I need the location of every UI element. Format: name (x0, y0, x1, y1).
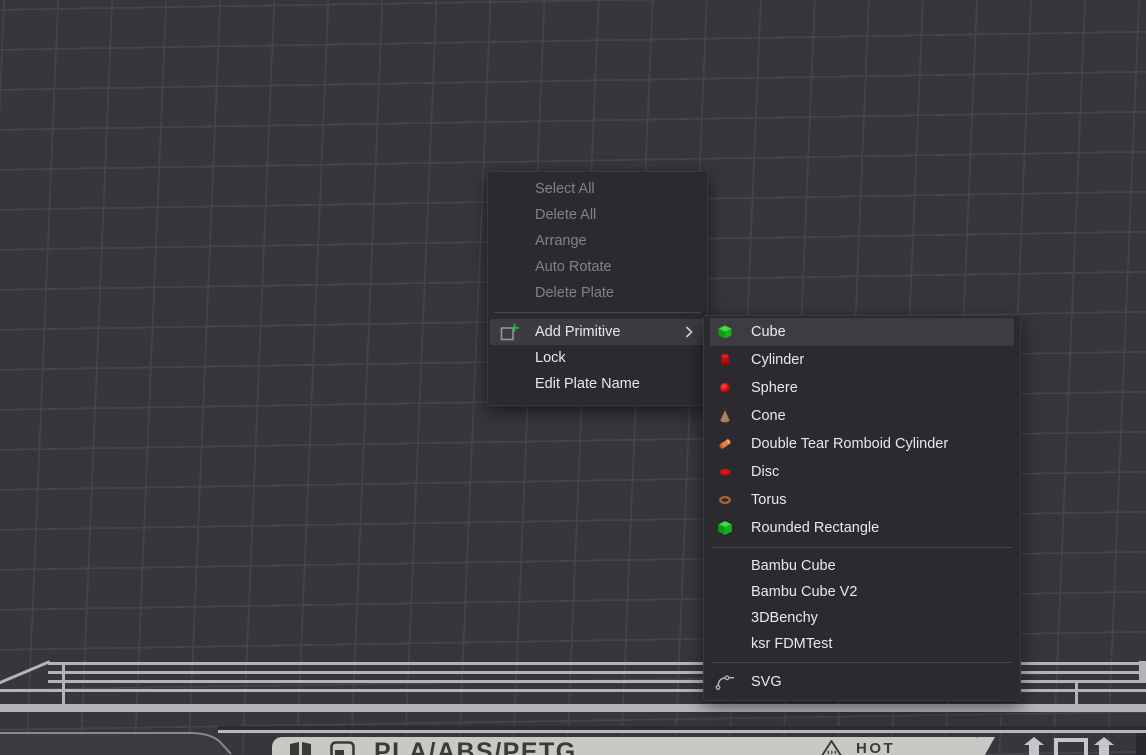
plate-handle (1136, 733, 1146, 755)
menu-item-delete-plate: Delete Plate (488, 280, 707, 306)
menu-item-auto-rotate: Auto Rotate (488, 254, 707, 280)
plate-wireframe-line (62, 663, 65, 712)
submenu-item-svg[interactable]: SVG (704, 668, 1020, 696)
plate-edge-highlight (218, 730, 1146, 733)
submenu-item-sphere[interactable]: Sphere (704, 374, 1020, 402)
cylinder-icon (718, 353, 732, 367)
submenu-item-cylinder[interactable]: Cylinder (704, 346, 1020, 374)
submenu-item-disc[interactable]: Disc (704, 458, 1020, 486)
submenu-item-rounded-rectangle[interactable]: Rounded Rectangle (704, 514, 1020, 542)
disc-icon (718, 465, 732, 479)
submenu-item-bambu-cube-v2[interactable]: Bambu Cube V2 (704, 579, 1020, 605)
plate-type-icon (330, 741, 356, 755)
submenu-item-double-tear-romboid-cylinder[interactable]: Double Tear Romboid Cylinder (704, 430, 1020, 458)
bambu-logo-icon (288, 741, 324, 755)
submenu-item-cube[interactable]: Cube (710, 318, 1014, 346)
viewport-3d[interactable]: PLA/ABS/PETG HOT Select All Delete All A… (0, 0, 1146, 755)
context-menu: Select All Delete All Arrange Auto Rotat… (487, 171, 708, 406)
submenu-item-ksr-fdmtest[interactable]: ksr FDMTest (704, 631, 1020, 657)
add-primitive-icon (500, 323, 519, 342)
up-arrow-icon (1094, 737, 1114, 745)
rounded-rectangle-icon (718, 521, 732, 535)
up-arrow-icon (1024, 737, 1044, 745)
menu-item-add-primitive[interactable]: Add Primitive (490, 319, 705, 345)
build-plate-edge: PLA/ABS/PETG HOT (272, 737, 978, 755)
plate-alignment-marks (1018, 736, 1146, 755)
menu-item-edit-plate-name[interactable]: Edit Plate Name (488, 371, 707, 397)
menu-item-arrange: Arrange (488, 228, 707, 254)
menu-item-lock[interactable]: Lock (488, 345, 707, 371)
plate-corner-shape (0, 726, 240, 755)
add-primitive-submenu: Cube Cylinder Sphere Con (703, 315, 1021, 701)
submenu-item-bambu-cube[interactable]: Bambu Cube (704, 553, 1020, 579)
menu-item-delete-all: Delete All (488, 202, 707, 228)
menu-item-select-all: Select All (488, 176, 707, 202)
square-marker-icon (1056, 740, 1086, 755)
cone-icon (718, 409, 732, 423)
plate-wireframe-notch (1139, 661, 1146, 680)
warning-hot-icon (820, 739, 843, 755)
menu-separator (712, 547, 1012, 548)
plate-wireframe-line (1075, 681, 1078, 712)
torus-icon (718, 493, 732, 507)
submenu-arrow-icon (685, 326, 693, 338)
plate-wireframe-line (0, 704, 1146, 712)
hot-warning: HOT (820, 739, 895, 755)
plate-surface-text: PLA/ABS/PETG (374, 738, 577, 755)
submenu-item-cone[interactable]: Cone (704, 402, 1020, 430)
sphere-icon (718, 381, 732, 395)
menu-separator (712, 662, 1012, 663)
double-tear-romboid-cylinder-icon (718, 437, 732, 451)
menu-separator (494, 312, 701, 313)
submenu-item-3dbenchy[interactable]: 3DBenchy (704, 605, 1020, 631)
submenu-item-torus[interactable]: Torus (704, 486, 1020, 514)
hot-label: HOT (856, 740, 895, 755)
svg-bezier-icon (715, 674, 736, 691)
cube-icon (718, 325, 732, 339)
